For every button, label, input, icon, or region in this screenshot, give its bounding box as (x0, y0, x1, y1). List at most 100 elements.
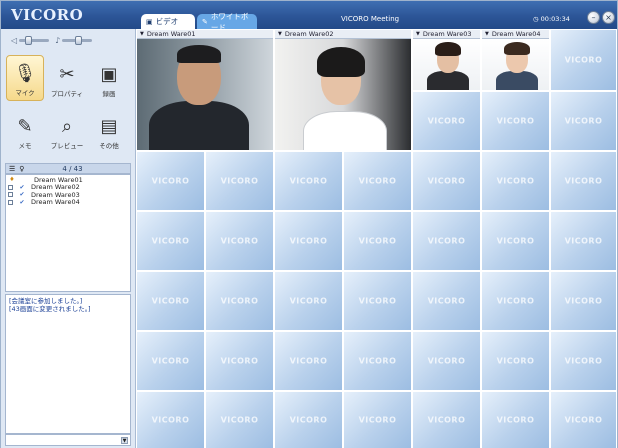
member-count: 4 / 43 (62, 164, 83, 173)
empty-video-slot[interactable]: VICORO (550, 151, 617, 211)
empty-video-slot[interactable]: VICORO (274, 151, 343, 211)
empty-video-slot[interactable]: VICORO (412, 331, 481, 391)
vicoro-watermark: VICORO (151, 176, 190, 186)
tab-whiteboard[interactable]: ✎ ホワイトボード (197, 12, 257, 32)
tool-preview-button[interactable]: ⌕ プレビュー (48, 107, 86, 153)
vicoro-watermark: VICORO (427, 415, 466, 425)
empty-video-slot[interactable]: VICORO (412, 271, 481, 331)
video-feed-label: ▼ Dream Ware04 (482, 30, 549, 39)
tool-mic-button[interactable]: 🎙 マイク (6, 55, 44, 101)
empty-video-slot[interactable]: VICORO (274, 331, 343, 391)
empty-video-slot[interactable]: VICORO (274, 271, 343, 331)
video-feed-3[interactable]: ▼ Dream Ware03 (412, 29, 481, 91)
app-logo: VICORO (11, 6, 84, 24)
empty-video-slot[interactable]: VICORO (550, 391, 617, 448)
empty-video-slot[interactable]: VICORO (481, 271, 550, 331)
empty-video-slot[interactable]: VICORO (481, 391, 550, 448)
member-row[interactable]: ✔ Dream Ware04 (8, 198, 128, 207)
vicoro-watermark: VICORO (151, 296, 190, 306)
member-name: Dream Ware04 (31, 198, 80, 207)
speaker-volume-slider[interactable]: ◁ (11, 35, 50, 45)
tab-video[interactable]: ▣ ビデオ (141, 14, 195, 29)
chat-log[interactable]: [会議室に参加しました。] [43画面に変更されました。] (5, 294, 131, 434)
empty-video-slot[interactable]: VICORO (343, 331, 412, 391)
members-list-icon[interactable]: ☰ (9, 165, 15, 173)
empty-video-slot[interactable]: VICORO (481, 211, 550, 271)
empty-video-slot[interactable]: VICORO (412, 391, 481, 448)
memo-icon: ✎ (17, 116, 33, 137)
video-feed-2[interactable]: ▼ Dream Ware02 (274, 29, 412, 151)
host-filter-icon[interactable]: ♀ (19, 165, 24, 173)
vicoro-watermark: VICORO (220, 236, 259, 246)
vicoro-watermark: VICORO (496, 116, 535, 126)
participant-icon: ✔ (19, 183, 25, 191)
member-checkbox[interactable] (8, 199, 13, 205)
mic-level-icon: ♪ (55, 35, 61, 45)
empty-video-slot[interactable]: VICORO (481, 91, 550, 151)
tool-record-button[interactable]: ▣ 録画 (90, 55, 128, 101)
vicoro-watermark: VICORO (151, 236, 190, 246)
empty-video-slot[interactable]: VICORO (343, 271, 412, 331)
empty-video-slot[interactable]: VICORO (550, 91, 617, 151)
timer-value: 00:03:34 (540, 15, 570, 23)
empty-video-slot[interactable]: VICORO (136, 271, 205, 331)
empty-video-slot[interactable]: VICORO (550, 271, 617, 331)
video-feed-4[interactable]: ▼ Dream Ware04 (481, 29, 550, 91)
empty-video-slot[interactable]: VICORO (136, 211, 205, 271)
record-icon: ▣ (100, 64, 118, 85)
participant-icon: ✔ (19, 191, 25, 199)
video-feed-label: ▼ Dream Ware02 (275, 30, 411, 39)
video-feed-1[interactable]: ▼ Dream Ware01 (136, 29, 274, 151)
empty-video-slot[interactable]: VICORO (136, 151, 205, 211)
empty-video-slot[interactable]: VICORO (481, 331, 550, 391)
caret-down-icon: ▼ (416, 31, 420, 37)
participant-icon: ✔ (19, 198, 25, 206)
empty-video-slot[interactable]: VICORO (205, 151, 274, 211)
caret-down-icon: ▼ (485, 31, 489, 37)
empty-video-slot[interactable]: VICORO (412, 91, 481, 151)
empty-video-slot[interactable]: VICORO (343, 391, 412, 448)
vicoro-watermark: VICORO (564, 55, 603, 65)
empty-video-slot[interactable]: VICORO (412, 151, 481, 211)
empty-video-slot[interactable]: VICORO (412, 211, 481, 271)
empty-video-slot[interactable]: VICORO (481, 151, 550, 211)
tool-memo-button[interactable]: ✎ メモ (6, 107, 44, 153)
empty-video-slot[interactable]: VICORO (550, 331, 617, 391)
empty-video-slot[interactable]: VICORO (274, 391, 343, 448)
host-icon: ♦ (9, 176, 15, 184)
empty-video-slot[interactable]: VICORO (343, 151, 412, 211)
empty-video-slot[interactable]: VICORO (550, 211, 617, 271)
empty-video-slot[interactable]: VICORO (205, 391, 274, 448)
tool-properties-button[interactable]: ✂ プロパティ (48, 55, 86, 101)
empty-video-slot[interactable]: VICORO (205, 211, 274, 271)
empty-video-slot[interactable]: VICORO (136, 391, 205, 448)
chevron-down-icon[interactable]: ▼ (121, 437, 128, 444)
empty-video-slot[interactable]: VICORO (343, 211, 412, 271)
volume-controls: ◁ ♪ (1, 29, 135, 51)
participant-video (482, 39, 549, 90)
chat-input[interactable]: ▼ (5, 434, 131, 446)
empty-video-slot[interactable]: VICORO (274, 211, 343, 271)
tool-other-button[interactable]: ▤ その他 (90, 107, 128, 153)
mic-volume-slider[interactable]: ♪ (55, 35, 93, 45)
vicoro-watermark: VICORO (358, 296, 397, 306)
vicoro-watermark: VICORO (220, 176, 259, 186)
members-header: ☰ ♀ 4 / 43 (5, 163, 131, 174)
close-button[interactable]: × (602, 11, 615, 24)
empty-video-slot[interactable]: VICORO (205, 271, 274, 331)
vicoro-watermark: VICORO (496, 236, 535, 246)
member-checkbox[interactable] (8, 184, 13, 190)
left-panel: ◁ ♪ 🎙 マイク ✂ プロパティ ▣ 録画 ✎ メモ ⌕ プレビュー ▤ その… (1, 29, 136, 448)
empty-video-slot[interactable]: VICORO (550, 29, 617, 91)
empty-video-slot[interactable]: VICORO (136, 331, 205, 391)
vicoro-watermark: VICORO (358, 415, 397, 425)
minimize-button[interactable]: – (587, 11, 600, 24)
tool-other-label: その他 (99, 142, 119, 150)
empty-video-slot[interactable]: VICORO (205, 331, 274, 391)
tool-mic-label: マイク (15, 89, 35, 97)
vicoro-watermark: VICORO (358, 236, 397, 246)
member-list: ♦ Dream Ware01 ✔ Dream Ware02 ✔ Dream Wa… (5, 174, 131, 292)
vicoro-watermark: VICORO (289, 415, 328, 425)
clock-icon: ◷ (533, 15, 539, 23)
member-checkbox[interactable] (8, 192, 13, 198)
